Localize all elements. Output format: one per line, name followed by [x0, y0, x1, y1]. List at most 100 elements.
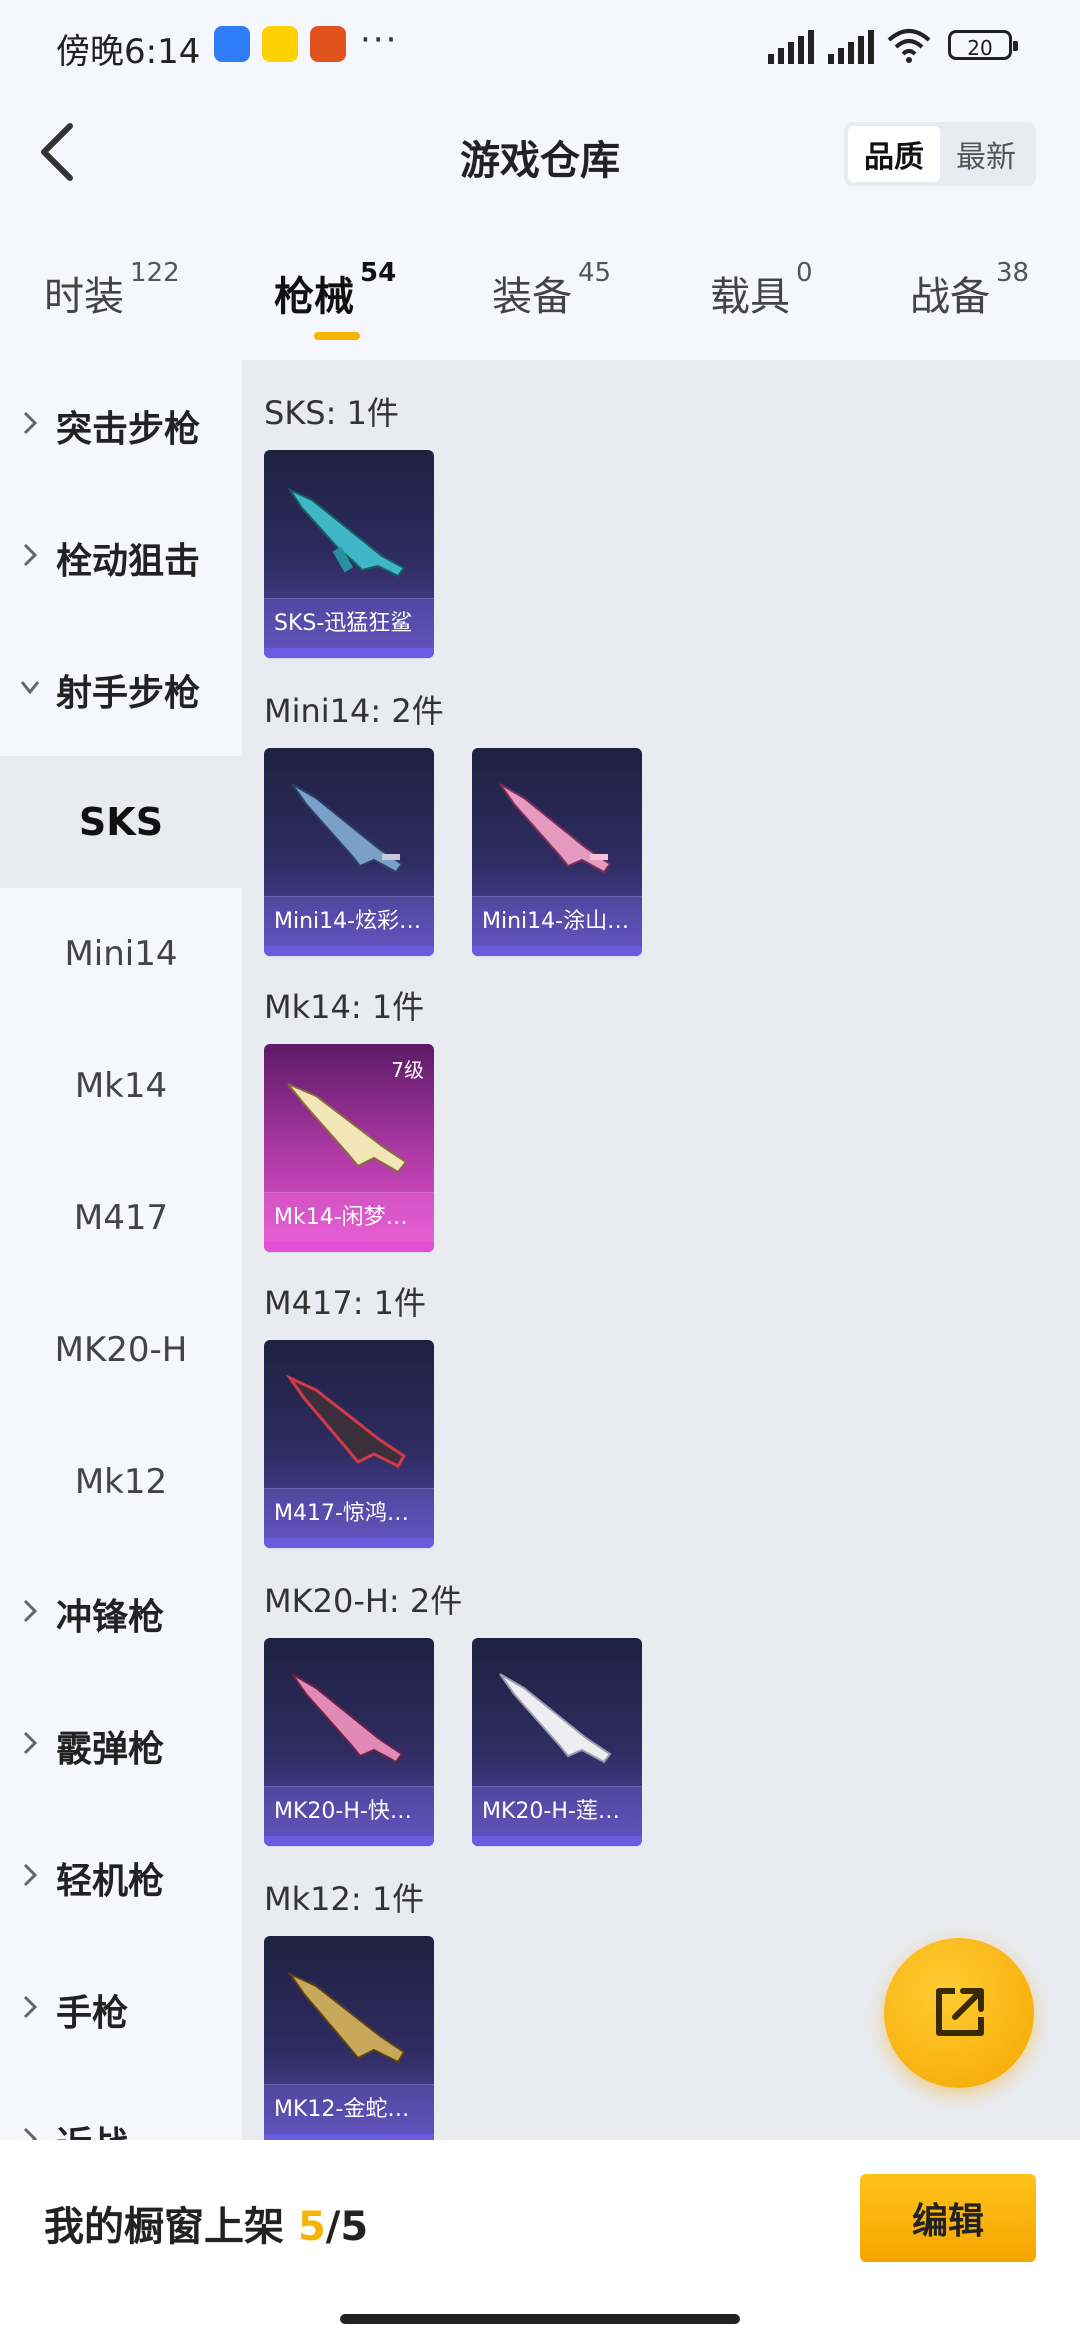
group-title-mini14: Mini14: 2件 — [264, 692, 444, 730]
item-name: Mk14-闲梦… — [264, 1192, 434, 1242]
chevron-right-icon — [23, 411, 38, 435]
tab-label: 枪械 — [274, 274, 354, 320]
meituan-icon — [262, 26, 298, 62]
edit-button[interactable]: 编辑 — [860, 2174, 1036, 2262]
sidebar-item-smg[interactable]: 冲锋枪 — [0, 1548, 242, 1680]
home-indicator[interactable] — [340, 2314, 740, 2324]
tab-guns[interactable]: 枪械54 — [274, 258, 396, 322]
item-name: Mini14-涂山… — [472, 896, 642, 946]
sort-quality-button[interactable]: 品质 — [848, 126, 940, 182]
sidebar-item-label: 冲锋枪 — [56, 1597, 165, 1638]
item-card[interactable]: MK12-金蛇… — [264, 1936, 434, 2140]
signal-icon-2 — [828, 30, 874, 64]
chevron-right-icon — [23, 543, 38, 567]
rifle-icon — [287, 1083, 408, 1174]
sidebar-item-mk12[interactable]: Mk12 — [0, 1416, 242, 1548]
tab-label: 装备 — [492, 274, 572, 320]
rifle-icon — [287, 487, 406, 578]
sort-newest-button[interactable]: 最新 — [940, 126, 1032, 182]
share-button[interactable] — [884, 1938, 1034, 2088]
rifle-icon — [499, 1673, 612, 1764]
item-card[interactable]: M417-惊鸿… — [264, 1340, 434, 1548]
item-grid: SKS: 1件 SKS-迅猛狂鲨 Mini14: 2件 Mini14-炫彩… M… — [242, 360, 1080, 2140]
sidebar-item-assault-rifle[interactable]: 突击步枪 — [0, 360, 242, 492]
chevron-down-icon — [20, 681, 40, 695]
item-card[interactable]: Mini14-涂山… — [472, 748, 642, 956]
sort-toggle: 品质 最新 — [844, 122, 1036, 186]
chevron-right-icon — [23, 1995, 38, 2019]
header: 游戏仓库 品质 最新 — [0, 90, 1080, 220]
status-time: 傍晚6:14 — [56, 32, 201, 72]
tab-count: 38 — [996, 258, 1030, 288]
item-card[interactable]: Mini14-炫彩… — [264, 748, 434, 956]
share-external-icon — [936, 1988, 984, 2036]
sidebar-item-label: 突击步枪 — [56, 409, 201, 450]
tab-costume[interactable]: 时装122 — [44, 258, 180, 322]
sidebar-item-label: 霰弹枪 — [56, 1729, 165, 1770]
rifle-icon — [291, 783, 404, 874]
sidebar-item-mk20h[interactable]: MK20-H — [0, 1284, 242, 1416]
rarity-bar — [264, 946, 434, 956]
chevron-right-icon — [23, 1731, 38, 1755]
sidebar-item-sks[interactable]: SKS — [0, 756, 242, 888]
wifi-icon — [887, 29, 931, 63]
rarity-bar — [264, 1836, 434, 1846]
sidebar-item-label: 栓动狙击 — [56, 541, 201, 582]
tab-count: 0 — [796, 258, 813, 288]
sidebar-item-marksman-rifle[interactable]: 射手步枪 — [0, 624, 242, 756]
tab-count: 45 — [578, 258, 612, 288]
showcase-label: 我的橱窗上架 — [44, 2204, 284, 2250]
sidebar-item-label: 手枪 — [56, 1993, 129, 2034]
sidebar-item-melee[interactable]: 近战 — [0, 2076, 242, 2140]
group-title-mk12: Mk12: 1件 — [264, 1880, 425, 1918]
category-tabs: 时装122 枪械54 装备45 载具0 战备38 — [0, 220, 1080, 360]
tab-vehicles[interactable]: 载具0 — [710, 258, 813, 322]
sidebar-item-label: Mini14 — [64, 934, 178, 974]
active-tab-indicator — [314, 332, 360, 340]
sidebar-item-bolt-sniper[interactable]: 栓动狙击 — [0, 492, 242, 624]
group-title-mk14: Mk14: 1件 — [264, 988, 425, 1026]
chevron-right-icon — [23, 1863, 38, 1887]
group-title-sks: SKS: 1件 — [264, 394, 399, 432]
app-notification-icon — [214, 26, 250, 62]
group-title-mk20h: MK20-H: 2件 — [264, 1582, 463, 1620]
rarity-bar — [472, 1836, 642, 1846]
status-bar: 傍晚6:14 ··· 20 — [0, 0, 1080, 90]
sidebar-item-mk14[interactable]: Mk14 — [0, 1020, 242, 1152]
chevron-right-icon — [23, 2127, 38, 2140]
sidebar-item-pistol[interactable]: 手枪 — [0, 1944, 242, 2076]
rifle-icon — [287, 1971, 406, 2064]
tab-battle-gear[interactable]: 战备38 — [910, 258, 1029, 322]
item-name: MK20-H-快… — [264, 1786, 434, 1836]
sidebar-item-label: MK20-H — [54, 1330, 188, 1370]
showcase-total: /5 — [325, 2204, 369, 2250]
sidebar-item-label: 近战 — [56, 2116, 128, 2140]
sidebar-item-lmg[interactable]: 轻机枪 — [0, 1812, 242, 1944]
sidebar-item-label: 轻机枪 — [56, 1861, 165, 1902]
sidebar: 突击步枪 栓动狙击 射手步枪 SKS Mini14 Mk14 M417 MK20… — [0, 360, 242, 2140]
item-card[interactable]: MK20-H-莲… — [472, 1638, 642, 1846]
sidebar-item-mini14[interactable]: Mini14 — [0, 888, 242, 1020]
rifle-icon — [499, 783, 612, 874]
tab-label: 时装 — [44, 274, 124, 320]
sidebar-item-label: 射手步枪 — [56, 673, 201, 714]
item-card[interactable]: 7级 Mk14-闲梦… — [264, 1044, 434, 1252]
group-title-m417: M417: 1件 — [264, 1284, 427, 1322]
item-card[interactable]: SKS-迅猛狂鲨 — [264, 450, 434, 658]
sidebar-item-m417[interactable]: M417 — [0, 1152, 242, 1284]
sidebar-item-label: SKS — [78, 800, 164, 844]
sidebar-item-label: Mk14 — [74, 1066, 168, 1106]
item-name: MK20-H-莲… — [472, 1786, 642, 1836]
tab-label: 载具 — [710, 274, 790, 320]
chevron-right-icon — [23, 1599, 38, 1623]
showcase-caption: 我的橱窗上架 5/5 — [44, 2194, 368, 2252]
sidebar-item-shotgun[interactable]: 霰弹枪 — [0, 1680, 242, 1812]
item-name: MK12-金蛇… — [264, 2084, 434, 2134]
tab-equipment[interactable]: 装备45 — [492, 258, 611, 322]
game-app-icon — [310, 26, 346, 62]
sidebar-item-label: M417 — [73, 1198, 169, 1238]
battery-icon: 20 — [948, 30, 1018, 60]
item-name: M417-惊鸿… — [264, 1488, 434, 1538]
rifle-icon — [291, 1673, 404, 1764]
item-card[interactable]: MK20-H-快… — [264, 1638, 434, 1846]
